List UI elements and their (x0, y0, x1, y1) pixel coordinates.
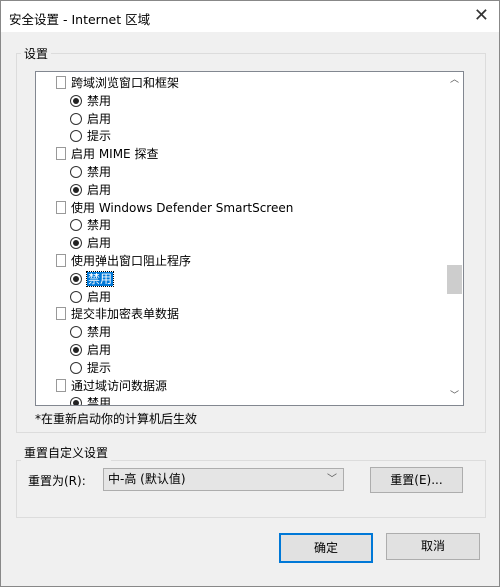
setting-option-label: 提示 (87, 129, 112, 144)
chevron-down-icon: ﹀ (327, 474, 337, 485)
window-title: 安全设置 - Internet 区域 (9, 12, 151, 27)
setting-option[interactable]: 启用 (70, 110, 111, 128)
setting-option-label: 禁用 (87, 325, 112, 340)
setting-option-label: 启用 (87, 182, 112, 197)
setting-option-label: 启用 (87, 236, 112, 251)
reset-to-label: 重置为(R): (28, 474, 86, 488)
setting-heading[interactable]: 使用弹出窗口阻止程序 (56, 252, 191, 270)
setting-option-label: 启用 (87, 289, 112, 304)
setting-heading-label: 启用 MIME 探查 (71, 147, 159, 162)
radio-button[interactable] (70, 183, 82, 196)
setting-heading-label: 通过域访问数据源 (71, 378, 168, 393)
setting-option[interactable]: 禁用 (70, 270, 115, 288)
setting-heading[interactable]: 提交非加密表单数据 (56, 305, 179, 323)
radio-button[interactable] (70, 397, 82, 405)
document-icon (56, 147, 66, 161)
setting-option-label: 禁用 (87, 93, 112, 108)
scroll-up-icon[interactable]: ︿ (446, 72, 463, 89)
setting-option[interactable]: 启用 (70, 341, 111, 359)
setting-option[interactable]: 启用 (70, 234, 111, 252)
setting-option[interactable]: 提示 (70, 359, 111, 377)
setting-option-label: 禁用 (87, 396, 112, 406)
setting-heading-label: 使用弹出窗口阻止程序 (71, 254, 192, 268)
settings-tree[interactable]: 禁用 通过域访问数据源 提示 启用 禁用 提交非加密表单数据 启用 禁用 使用弹出窗口阻止程序启… (35, 71, 464, 406)
setting-option-label: 禁用 (87, 218, 112, 233)
radio-button[interactable] (70, 166, 82, 178)
setting-heading[interactable]: 跨域浏览窗口和框架 (56, 74, 179, 92)
setting-heading-label: 跨域浏览窗口和框架 (71, 76, 180, 90)
document-icon (56, 307, 66, 321)
settings-group-label: 设置 (21, 45, 52, 62)
setting-heading[interactable]: 启用 MIME 探查 (56, 145, 158, 163)
setting-option-label: 提示 (87, 360, 112, 375)
restart-note: *在重新启动你的计算机后生效 (35, 412, 198, 426)
setting-option[interactable]: 提示 (70, 127, 111, 145)
radio-button[interactable] (70, 290, 82, 303)
radio-button[interactable] (70, 237, 82, 250)
radio-button[interactable] (70, 361, 82, 374)
reset-button[interactable]: 重置(E)... (370, 467, 463, 493)
close-icon[interactable]: ✕ (474, 5, 489, 26)
setting-heading-label: 使用 Windows Defender SmartScreen (71, 200, 294, 215)
radio-button[interactable] (70, 112, 82, 125)
document-icon (56, 76, 66, 89)
cancel-button[interactable]: 取消 (386, 533, 480, 560)
reset-level-select[interactable]: 中-高 (默认值) ﹀ (103, 468, 344, 491)
reset-level-value: 中-高 (默认值) (108, 472, 186, 486)
radio-button[interactable] (70, 326, 82, 339)
reset-group-label: 重置自定义设置 (21, 444, 112, 461)
radio-button[interactable] (70, 130, 82, 143)
title-bar: 安全设置 - Internet 区域 ✕ (1, 1, 499, 32)
setting-option-label: 启用 (87, 343, 112, 357)
radio-button[interactable] (70, 272, 82, 285)
setting-option[interactable]: 启用 (70, 288, 111, 306)
setting-heading[interactable]: 使用 Windows Defender SmartScreen (56, 199, 293, 217)
ok-button[interactable]: 确定 (279, 533, 373, 563)
setting-option[interactable]: 启用 (70, 181, 111, 199)
document-icon (56, 378, 66, 392)
radio-button[interactable] (70, 94, 82, 107)
setting-heading-label: 提交非加密表单数据 (71, 307, 180, 322)
radio-button[interactable] (70, 344, 82, 356)
setting-option[interactable]: 禁用 (70, 216, 111, 234)
document-icon (56, 254, 66, 267)
scroll-down-icon[interactable]: ﹀ (446, 388, 463, 405)
setting-option[interactable]: 禁用 (70, 163, 111, 181)
vertical-scrollbar[interactable]: ︿ ﹀ (446, 72, 463, 405)
setting-heading[interactable]: 通过域访问数据源 (56, 377, 167, 395)
setting-option-label: 禁用 (87, 165, 112, 179)
setting-option[interactable]: 禁用 (70, 323, 111, 341)
radio-button[interactable] (70, 219, 82, 232)
setting-option[interactable]: 禁用 (70, 92, 111, 110)
setting-option[interactable]: 禁用 (70, 394, 112, 406)
scroll-thumb[interactable] (447, 265, 462, 294)
setting-option-label: 禁用 (85, 270, 115, 287)
document-icon (56, 200, 66, 214)
setting-option-label: 启用 (87, 111, 112, 126)
